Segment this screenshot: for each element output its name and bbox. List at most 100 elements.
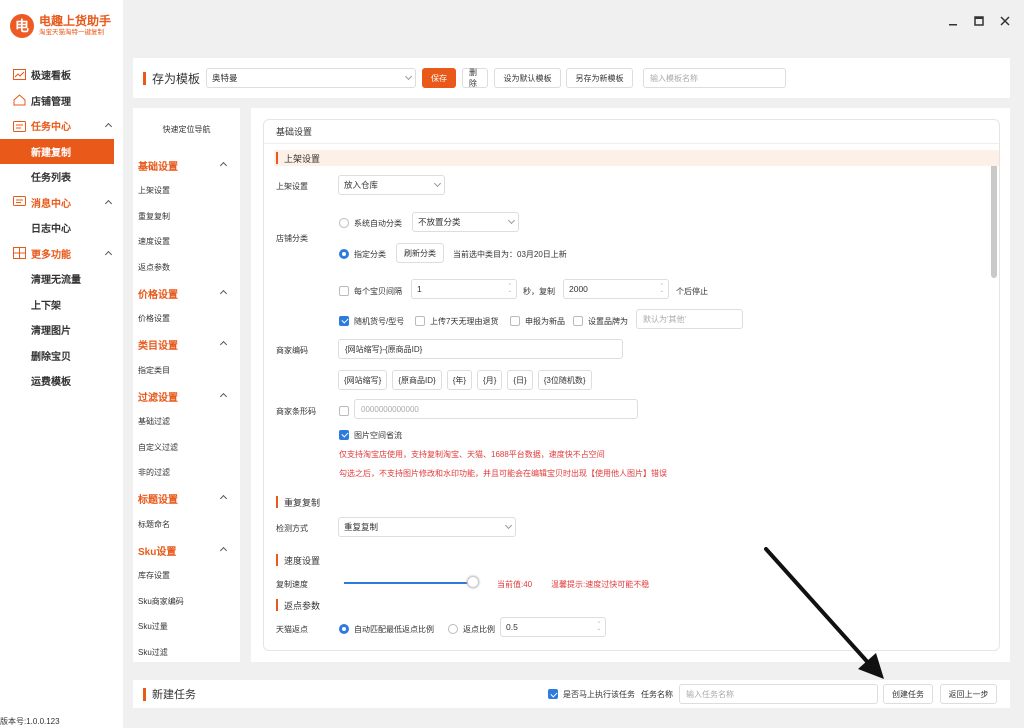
new-task-bar: 新建任务 是否马上执行该任务 任务名称 输入任务名称 创建任务 返回上一步 bbox=[133, 680, 1010, 708]
current-category-text: 当前选中类目为：03月20日上新 bbox=[453, 250, 567, 259]
assign-category-radio[interactable] bbox=[339, 248, 349, 259]
back-button[interactable]: 返回上一步 bbox=[940, 684, 997, 704]
new-item-checkbox[interactable] bbox=[510, 315, 520, 326]
sidebar-group-label: 极速看板 bbox=[31, 71, 71, 83]
maximize-icon[interactable] bbox=[972, 14, 986, 28]
quick-nav-item[interactable]: 标题命名 bbox=[133, 512, 240, 538]
brand-input[interactable]: 默认为'其他' bbox=[636, 309, 743, 329]
create-task-button[interactable]: 创建任务 bbox=[883, 684, 933, 704]
interval-seconds-input[interactable]: 1 ⌃ ⌄ bbox=[411, 279, 517, 299]
sidebar-item-6[interactable]: 日志中心 bbox=[0, 215, 123, 241]
sidebar-group-label: 消息中心 bbox=[31, 198, 71, 210]
quick-nav-item[interactable]: 上架设置 bbox=[133, 178, 240, 204]
save-as-button[interactable]: 另存为新模板 bbox=[566, 68, 634, 88]
chevron-up-icon bbox=[219, 339, 228, 350]
sidebar-group-2[interactable]: 任务中心 bbox=[0, 113, 123, 139]
sidebar-item-8[interactable]: 清理无流量 bbox=[0, 266, 123, 292]
refresh-category-button[interactable]: 刷新分类 bbox=[396, 243, 444, 263]
merchant-code-input[interactable]: {网站缩写}-{原商品ID} bbox=[338, 339, 623, 359]
no-return-checkbox[interactable] bbox=[415, 315, 425, 326]
sidebar-group-label: 更多功能 bbox=[31, 249, 71, 261]
rebate-ratio-input[interactable]: 0.5 ⌃ ⌄ bbox=[500, 617, 606, 637]
template-select[interactable]: 奥特曼 bbox=[206, 68, 417, 88]
brand-checkbox[interactable] bbox=[573, 315, 583, 326]
auto-category-radio[interactable] bbox=[339, 217, 349, 228]
quick-nav-item[interactable]: 返点参数 bbox=[133, 255, 240, 281]
merchant-code-tag[interactable]: {年} bbox=[446, 370, 473, 390]
sidebar-item-3[interactable]: 新建复制 bbox=[0, 138, 114, 164]
quick-nav-group[interactable]: 基础设置 bbox=[133, 152, 240, 178]
exec-now-checkbox[interactable] bbox=[548, 689, 558, 700]
sidebar-item-4[interactable]: 任务列表 bbox=[0, 164, 123, 190]
quick-nav-group[interactable]: 类目设置 bbox=[133, 332, 240, 358]
shelf-section-title: 上架设置 bbox=[284, 153, 321, 164]
merchant-code-tag[interactable]: {月} bbox=[477, 370, 503, 390]
sidebar-group-0[interactable]: 极速看板 bbox=[0, 62, 123, 88]
sidebar-group-1[interactable]: 店铺管理 bbox=[0, 88, 123, 114]
sidebar-item-11[interactable]: 删除宝贝 bbox=[0, 343, 123, 369]
rebate-section-title: 返点参数 bbox=[284, 600, 321, 611]
window-controls bbox=[946, 14, 1012, 28]
detect-method-label: 检测方式 bbox=[276, 524, 308, 533]
task-name-input[interactable]: 输入任务名称 bbox=[679, 684, 878, 704]
speed-slider-handle[interactable] bbox=[467, 576, 479, 588]
merchant-code-label: 商家编码 bbox=[276, 346, 308, 355]
random-sku-checkbox[interactable] bbox=[339, 315, 349, 326]
version-text: 版本号:1.0.0.123 bbox=[0, 717, 60, 726]
quick-nav-item[interactable]: 速度设置 bbox=[133, 229, 240, 255]
quick-nav-item[interactable]: 库存设置 bbox=[133, 563, 240, 589]
image-space-note-2: 勾选之后，不支持图片修改和水印功能，并且可能会在编辑宝贝时出现【使用他人图片】错… bbox=[339, 469, 667, 478]
merchant-code-tag[interactable]: {网站缩写} bbox=[338, 370, 388, 390]
sidebar-group-5[interactable]: 消息中心 bbox=[0, 190, 123, 216]
arrow-annotation-icon bbox=[764, 547, 884, 679]
copy-speed-label: 复制速度 bbox=[276, 580, 308, 589]
chart-icon bbox=[12, 69, 26, 81]
speed-hint: 温馨提示:速度过快可能不稳 bbox=[551, 580, 650, 589]
rebate-ratio-radio[interactable] bbox=[448, 623, 458, 634]
quick-nav-item[interactable]: 基础过滤 bbox=[133, 409, 240, 435]
merchant-code-tag[interactable]: {原商品ID} bbox=[392, 370, 442, 390]
quick-nav-group[interactable]: 过滤设置 bbox=[133, 383, 240, 409]
stop-count-input[interactable]: 2000 ⌃ ⌄ bbox=[563, 279, 669, 299]
auto-category-select[interactable]: 不放置分类 bbox=[412, 212, 519, 232]
quick-nav-item[interactable]: 指定类目 bbox=[133, 358, 240, 384]
interval-checkbox[interactable] bbox=[339, 285, 349, 296]
quick-nav: 快速定位导航 基础设置 上架设置 重复复制 速度设置 返点参数 价格设置 价格设置 类目设置指… bbox=[133, 108, 240, 662]
home-icon bbox=[12, 94, 26, 106]
quick-nav-item[interactable]: Sku过滤 bbox=[133, 640, 240, 663]
sidebar-item-10[interactable]: 清理图片 bbox=[0, 317, 123, 343]
merchant-code-tag[interactable]: {3位随机数} bbox=[537, 370, 592, 390]
chevron-up-icon bbox=[104, 121, 113, 132]
quick-nav-header: 快速定位导航 bbox=[162, 125, 211, 134]
image-space-checkbox[interactable] bbox=[339, 429, 349, 440]
quick-nav-item[interactable]: 价格设置 bbox=[133, 306, 240, 332]
repeat-section-title: 重复复制 bbox=[284, 497, 321, 508]
barcode-input[interactable]: 0000000000000 bbox=[354, 399, 638, 419]
speed-slider-track[interactable] bbox=[344, 582, 474, 584]
quick-nav-item[interactable]: Sku商家编码 bbox=[133, 589, 240, 615]
close-icon[interactable] bbox=[998, 14, 1012, 28]
delete-button[interactable]: 删除 bbox=[462, 68, 489, 88]
sidebar-item-12[interactable]: 运费模板 bbox=[0, 368, 123, 394]
quick-nav-group-label: 类目设置 bbox=[138, 341, 178, 352]
sidebar-group-7[interactable]: 更多功能 bbox=[0, 241, 123, 267]
template-name-input[interactable]: 输入模板名称 bbox=[643, 68, 787, 88]
quick-nav-group[interactable]: 价格设置 bbox=[133, 280, 240, 306]
auto-rebate-radio[interactable] bbox=[339, 623, 349, 634]
sidebar-item-9[interactable]: 上下架 bbox=[0, 292, 123, 318]
quick-nav-group[interactable]: Sku设置 bbox=[133, 537, 240, 563]
quick-nav-item[interactable]: Sku过量 bbox=[133, 614, 240, 640]
quick-nav-group[interactable]: 标题设置 bbox=[133, 486, 240, 512]
merchant-code-tag[interactable]: {日} bbox=[507, 370, 533, 390]
scrollbar[interactable] bbox=[989, 144, 999, 650]
minimize-icon[interactable] bbox=[946, 14, 960, 28]
set-default-button[interactable]: 设为默认模板 bbox=[494, 68, 562, 88]
shelf-select[interactable]: 放入仓库 bbox=[338, 175, 445, 195]
quick-nav-item[interactable]: 重复复制 bbox=[133, 204, 240, 230]
quick-nav-item[interactable]: 非的过滤 bbox=[133, 460, 240, 486]
barcode-checkbox[interactable] bbox=[339, 405, 349, 416]
save-button[interactable]: 保存 bbox=[422, 68, 457, 88]
quick-nav-item[interactable]: 自定义过滤 bbox=[133, 435, 240, 461]
detect-method-select[interactable]: 重复复制 bbox=[338, 517, 516, 537]
chevron-up-icon bbox=[219, 288, 228, 299]
